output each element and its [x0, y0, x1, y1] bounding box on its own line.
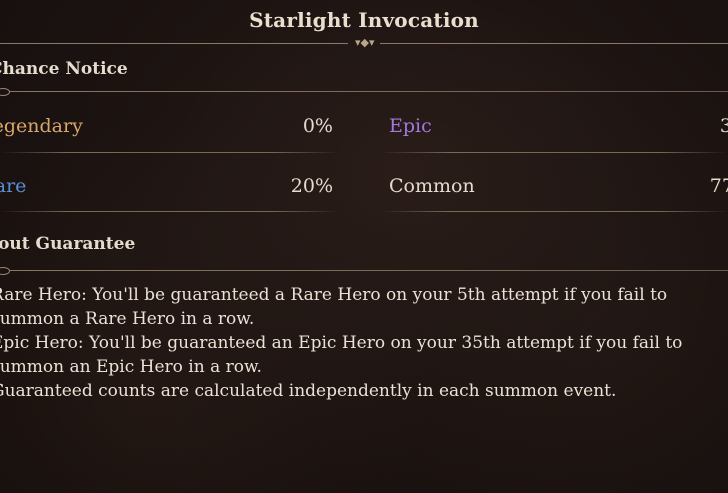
guarantee-line: Rare Hero: You'll be guaranteed a Rare H… — [0, 285, 668, 305]
chance-notice-header: Chance Notice — [0, 59, 128, 79]
divider-ornament-icon — [0, 267, 10, 275]
title-divider-right — [380, 43, 728, 44]
guarantee-line: summon an Epic Hero in a row. — [0, 357, 262, 377]
divider-ornament-icon — [0, 88, 10, 96]
guarantee-line: summon a Rare Hero in a row. — [0, 309, 255, 329]
rate-label-epic: Epic — [389, 115, 432, 137]
rate-label-rare: Rare — [0, 175, 27, 197]
guarantee-header: About Guarantee — [0, 234, 136, 254]
window-title: Starlight Invocation — [249, 8, 479, 32]
rate-value-rare: 20% — [290, 175, 333, 197]
rate-label-common: Common — [389, 175, 475, 197]
cell-divider — [0, 211, 340, 212]
rate-value-legendary: 0% — [302, 115, 333, 137]
section-divider — [0, 91, 728, 92]
rate-label-legendary: Legendary — [0, 115, 83, 137]
rate-value-common: 77% — [709, 175, 728, 197]
cell-divider — [380, 211, 728, 212]
cell-divider — [380, 152, 728, 153]
rate-row-rare-common: Rare 20% Common 77% — [0, 172, 728, 212]
title-divider-left — [0, 43, 348, 44]
section-divider — [0, 270, 728, 271]
rate-value-epic: 3% — [719, 115, 728, 137]
ornament-icon: ▾◆▾ — [355, 36, 375, 49]
title-bar: Starlight Invocation ▾◆▾ — [0, 0, 728, 49]
guarantee-line: Guaranteed counts are calculated indepen… — [0, 381, 617, 401]
guarantee-text: Rare Hero: You'll be guaranteed a Rare H… — [0, 283, 728, 403]
rate-row-legendary-epic: Legendary 0% Epic 3% — [0, 112, 728, 152]
guarantee-line: Epic Hero: You'll be guaranteed an Epic … — [0, 333, 683, 353]
cell-divider — [0, 152, 340, 153]
